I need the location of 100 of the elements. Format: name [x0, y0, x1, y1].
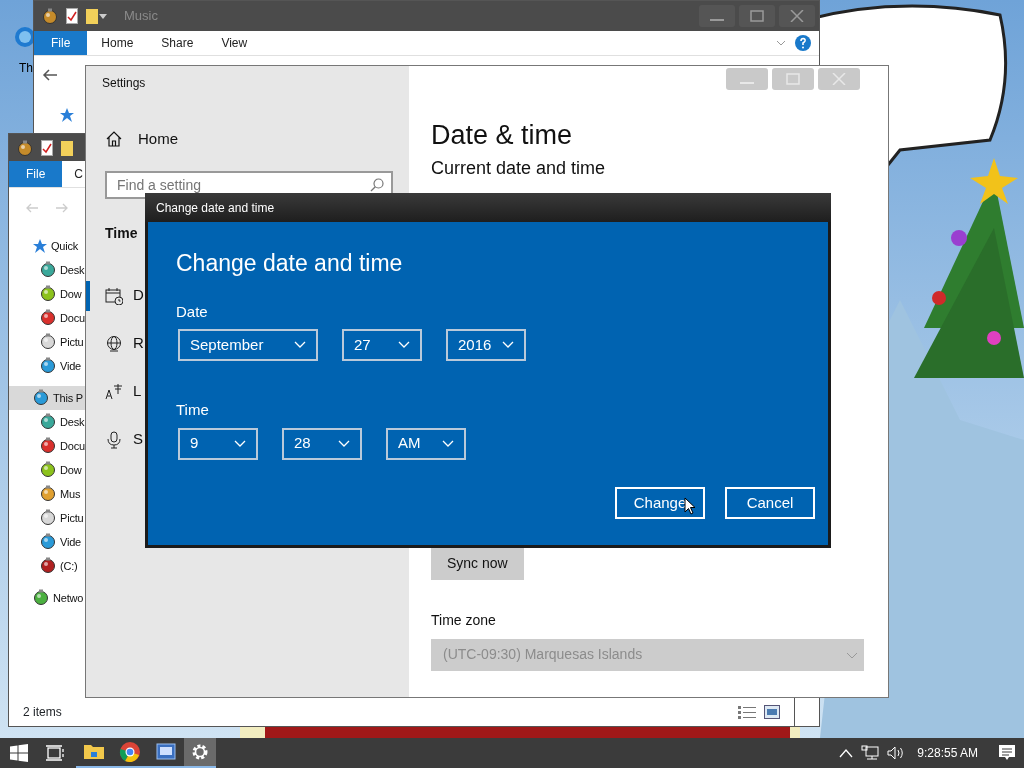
ornament-icon: [40, 413, 56, 431]
star-icon: [60, 108, 74, 122]
home-icon: [106, 131, 122, 148]
chevron-down-icon: [442, 439, 454, 448]
close-button[interactable]: [779, 5, 815, 27]
nav-item[interactable]: Mus: [9, 482, 86, 506]
chevron-down-icon: [398, 341, 410, 349]
chevron-down-icon: [338, 439, 350, 448]
desktop-icon-label[interactable]: Th: [19, 59, 33, 77]
window-title: Settings: [102, 75, 147, 92]
ornament-icon: [33, 389, 49, 407]
ornament-icon: [40, 261, 56, 279]
globe-icon[interactable]: [105, 334, 123, 353]
minimize-icon: [710, 19, 724, 21]
field-label: Time: [176, 400, 210, 420]
ornament-icon: [40, 461, 56, 479]
nav-item[interactable]: (C:): [9, 554, 86, 578]
ornament-icon: [40, 557, 56, 575]
change-button[interactable]: Change: [615, 487, 705, 519]
minimize-button[interactable]: [699, 5, 735, 27]
hour-dropdown[interactable]: 9: [178, 427, 258, 460]
language-icon[interactable]: [105, 382, 123, 401]
ornament-icon: [40, 509, 56, 527]
ornament-icon: [42, 8, 58, 24]
year-dropdown[interactable]: 2016: [446, 329, 526, 361]
settings-nav-item[interactable]: S: [133, 428, 143, 451]
ornament-icon: [17, 139, 33, 156]
clock[interactable]: 9:28:55 AM: [917, 744, 978, 762]
nav-item[interactable]: Quick: [9, 234, 86, 258]
task-view-icon: [46, 745, 64, 761]
browser-icon: [119, 741, 141, 763]
details-view-icon[interactable]: [738, 705, 756, 719]
dropdown-arrow-icon[interactable]: [98, 11, 108, 21]
dialog-title: Change date and time: [156, 199, 275, 217]
file-menu-tab[interactable]: File: [9, 161, 63, 187]
maximize-icon: [786, 73, 800, 85]
section-heading: Time: [105, 223, 139, 243]
dialog-heading: Change date and time: [176, 249, 404, 278]
nav-item[interactable]: This P: [9, 386, 86, 410]
windows-logo-icon: [10, 744, 28, 762]
ornament-icon: [40, 533, 56, 551]
ornament-icon: [40, 333, 56, 351]
minute-dropdown[interactable]: 28: [282, 427, 362, 460]
nav-item[interactable]: Netwo: [9, 586, 86, 610]
back-arrow-icon[interactable]: [42, 68, 58, 82]
ribbon-tab[interactable]: View: [207, 31, 262, 55]
notification-icon[interactable]: [998, 744, 1016, 762]
help-icon[interactable]: [795, 35, 811, 51]
ribbon-tab[interactable]: Share: [147, 31, 208, 55]
chevron-down-icon: [502, 341, 514, 349]
home-nav-item[interactable]: Home: [106, 128, 409, 151]
nav-item[interactable]: Vide: [9, 354, 86, 378]
section-heading: Current date and time: [431, 159, 607, 179]
microphone-icon[interactable]: [105, 430, 123, 449]
folder-icon[interactable]: [61, 139, 73, 156]
calendar-icon[interactable]: [105, 286, 123, 305]
cancel-button[interactable]: Cancel: [725, 487, 815, 519]
folder-icon[interactable]: [86, 8, 98, 24]
settings-nav-item[interactable]: L: [133, 380, 142, 403]
nav-item[interactable]: Desk: [9, 258, 86, 282]
volume-icon[interactable]: [887, 745, 906, 761]
field-label: Time zone: [431, 610, 497, 630]
nav-item[interactable]: Pictu: [9, 506, 86, 530]
ribbon-tab[interactable]: C: [74, 161, 83, 187]
settings-nav-item[interactable]: R: [133, 332, 144, 355]
nav-item[interactable]: Dow: [9, 282, 86, 306]
large-icons-view-icon[interactable]: [764, 705, 780, 719]
nav-item[interactable]: Docu: [9, 434, 86, 458]
ornament-icon: [40, 437, 56, 455]
window-title: Music: [124, 7, 158, 26]
month-dropdown[interactable]: September: [178, 329, 318, 361]
ornament-icon: [40, 309, 56, 327]
nav-item[interactable]: Dow: [9, 458, 86, 482]
field-label: Date: [176, 301, 209, 322]
file-menu-tab[interactable]: File: [34, 31, 88, 55]
ornament-icon: [33, 589, 49, 607]
close-icon: [832, 73, 846, 85]
nav-item[interactable]: Pictu: [9, 330, 86, 354]
search-icon[interactable]: [370, 177, 384, 192]
ribbon-tab[interactable]: Home: [87, 31, 148, 55]
checklist-icon[interactable]: [41, 139, 53, 156]
network-icon[interactable]: [861, 745, 880, 761]
close-icon: [790, 10, 804, 22]
settings-nav-item[interactable]: D: [133, 284, 144, 307]
nav-item[interactable]: Vide: [9, 530, 86, 554]
nav-item[interactable]: Docu: [9, 306, 86, 330]
sync-now-button[interactable]: Sync now: [431, 546, 524, 580]
star-icon: [33, 239, 47, 253]
page-heading: Date & time: [431, 120, 574, 152]
taskbar-app-button[interactable]: [184, 738, 216, 768]
nav-item[interactable]: Desk: [9, 410, 86, 434]
checklist-icon[interactable]: [66, 8, 78, 24]
chevron-up-icon[interactable]: [839, 748, 854, 758]
status-text: 2 items: [23, 704, 62, 721]
ornament-icon: [40, 357, 56, 375]
ornament-icon: [40, 285, 56, 303]
chevron-down-icon: [234, 439, 246, 448]
period-dropdown[interactable]: AM: [386, 427, 466, 460]
day-dropdown[interactable]: 27: [342, 329, 422, 361]
maximize-icon: [750, 10, 764, 22]
